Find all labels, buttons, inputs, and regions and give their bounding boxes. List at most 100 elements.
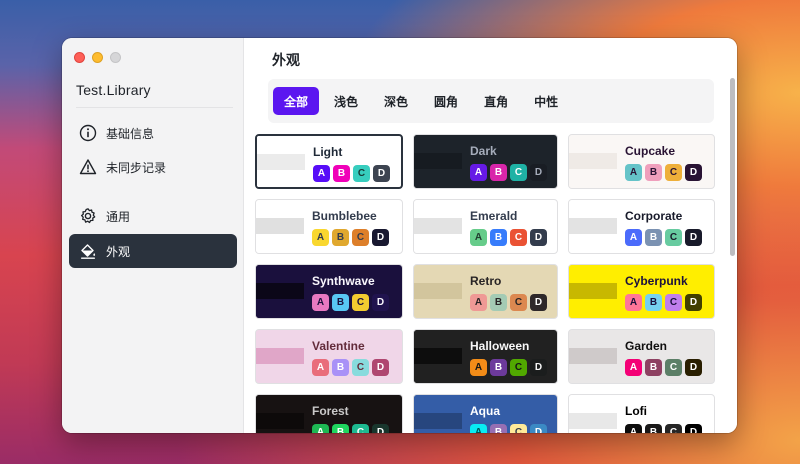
theme-preview-swatch [414,395,462,433]
theme-color-chips: ABCD [625,164,714,181]
theme-preview-band [414,218,462,234]
color-chip-d: D [372,294,389,311]
color-chip-a: A [312,424,329,433]
color-chip-b: B [332,424,349,433]
theme-card-body: Garden A B C D [617,330,714,383]
sidebar-item-label: 基础信息 [106,126,155,141]
color-chip-b: B [333,165,350,182]
color-chip-d: D [530,229,547,246]
theme-card-garden[interactable]: Garden A B C D [568,329,715,384]
theme-color-chips: ABCD [312,294,402,311]
sidebar-item-label: 通用 [106,209,131,224]
theme-name: Aqua [470,404,500,418]
color-chip-a: A [470,294,487,311]
scrollbar[interactable] [730,78,735,256]
theme-color-chips: ABCD [625,359,714,376]
theme-filter-tabs: 全部 浅色 深色 圆角 直角 中性 [268,79,714,123]
theme-card-emerald[interactable]: Emerald A B C D [413,199,558,254]
tab-light[interactable]: 浅色 [323,87,369,115]
theme-preview-band [256,283,304,299]
theme-color-chips: ABCD [470,424,557,433]
theme-card-body: Lofi A B C D [617,395,714,433]
theme-card-aqua[interactable]: Aqua A B C D [413,394,558,433]
close-window-button[interactable] [74,52,85,63]
color-chip-d: D [530,164,547,181]
sidebar-item-appearance[interactable]: 外观 [69,234,237,268]
color-chip-b: B [490,424,507,433]
theme-color-chips: ABCD [470,294,557,311]
color-chip-c: C [353,165,370,182]
theme-card-body: Synthwave A B C D [304,265,402,318]
theme-name: Forest [312,404,349,418]
theme-card-retro[interactable]: Retro A B C D [413,264,558,319]
minimize-window-button[interactable] [92,52,103,63]
theme-card-lofi[interactable]: Lofi A B C D [568,394,715,433]
color-chip-b: B [645,359,662,376]
theme-preview-band [569,218,617,234]
tab-square[interactable]: 直角 [473,87,519,115]
theme-color-chips: ABCD [470,359,557,376]
theme-name: Cyberpunk [625,274,688,288]
tab-all[interactable]: 全部 [273,87,320,115]
color-chip-d: D [372,359,389,376]
paint-bucket-icon [78,241,98,261]
sidebar-divider [76,107,233,108]
theme-card-body: Emerald A B C D [462,200,557,253]
color-chip-b: B [645,164,662,181]
theme-card-body: Corporate A B C D [617,200,714,253]
tab-rounded[interactable]: 圆角 [423,87,469,115]
theme-card-body: Bumblebee A B C D [304,200,402,253]
sidebar-item-label: 外观 [106,244,131,259]
theme-preview-swatch [569,395,617,433]
page-title: 外观 [272,52,300,68]
color-chip-b: B [645,229,662,246]
color-chip-b: B [645,294,662,311]
window-controls [74,52,121,63]
main-panel: 外观 全部 浅色 深色 圆角 直角 中性 Light A B C D Dark A B C D Cu… [244,38,737,433]
color-chip-a: A [312,359,329,376]
theme-card-synthwave[interactable]: Synthwave A B C D [255,264,403,319]
color-chip-a: A [625,359,642,376]
color-chip-a: A [312,229,329,246]
theme-card-valentine[interactable]: Valentine A B C D [255,329,403,384]
theme-preview-swatch [414,265,462,318]
theme-preview-band [414,413,462,429]
color-chip-d: D [373,165,390,182]
theme-card-cupcake[interactable]: Cupcake A B C D [568,134,715,189]
color-chip-c: C [510,164,527,181]
theme-name: Dark [470,144,497,158]
color-chip-a: A [470,424,487,433]
color-chip-d: D [685,229,702,246]
color-chip-c: C [665,359,682,376]
sidebar-item-general[interactable]: 通用 [69,199,237,233]
theme-card-cyberpunk[interactable]: Cyberpunk A B C D [568,264,715,319]
color-chip-d: D [685,294,702,311]
theme-preview-swatch [414,135,462,188]
color-chip-a: A [625,294,642,311]
theme-card-halloween[interactable]: Halloween A B C D [413,329,558,384]
theme-card-dark[interactable]: Dark A B C D [413,134,558,189]
sidebar-item-unsynced[interactable]: 未同步记录 [69,150,237,184]
theme-card-bumblebee[interactable]: Bumblebee A B C D [255,199,403,254]
tab-dark[interactable]: 深色 [373,87,419,115]
theme-preview-band [256,413,304,429]
color-chip-b: B [645,424,662,433]
theme-card-forest[interactable]: Forest A B C D [255,394,403,433]
theme-color-chips: ABCD [312,229,402,246]
theme-name: Light [313,145,343,159]
theme-name: Retro [470,274,502,288]
tab-neutral[interactable]: 中性 [523,87,569,115]
theme-preview-swatch [569,265,617,318]
theme-card-light[interactable]: Light A B C D [255,134,403,189]
theme-card-body: Retro A B C D [462,265,557,318]
theme-card-body: Halloween A B C D [462,330,557,383]
theme-card-corporate[interactable]: Corporate A B C D [568,199,715,254]
zoom-window-button[interactable] [110,52,121,63]
theme-preview-swatch [256,395,304,433]
theme-color-chips: ABCD [625,424,714,433]
theme-preview-band [569,153,617,169]
color-chip-a: A [470,359,487,376]
theme-preview-band [414,283,462,299]
sidebar-item-basic-info[interactable]: 基础信息 [69,116,237,150]
color-chip-d: D [372,229,389,246]
